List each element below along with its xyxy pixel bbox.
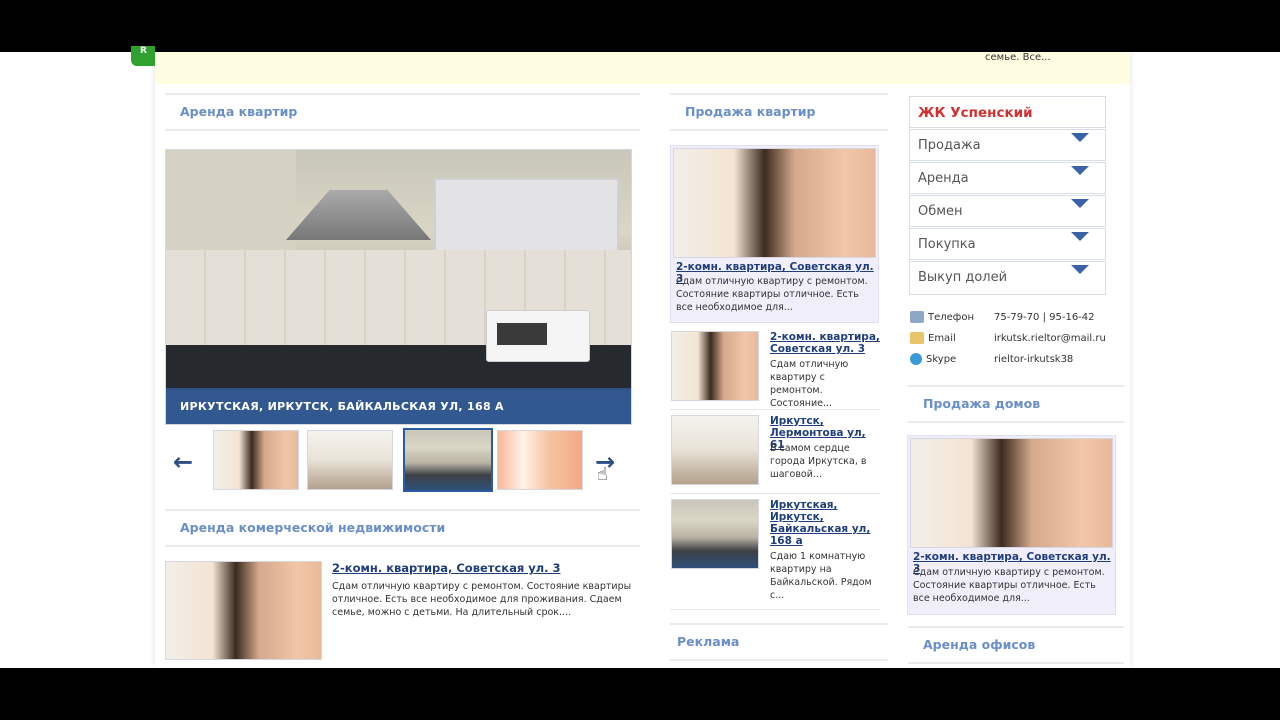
skype-icon — [910, 353, 922, 365]
thumbnail[interactable] — [213, 430, 299, 490]
green-side-tab[interactable]: R — [131, 46, 155, 66]
video-letterbox-bottom — [0, 668, 1280, 720]
sidebar-menu-item[interactable]: Обмен — [909, 195, 1106, 227]
section-title[interactable]: Аренда квартир — [180, 104, 297, 119]
sidebar-menu-label: Аренда — [918, 171, 969, 186]
sidebar-menu-label: Обмен — [918, 204, 963, 219]
sidebar-title-text: ЖК Успенский — [918, 105, 1033, 121]
chevron-down-icon — [1071, 265, 1089, 274]
list-item: Иркутская, Иркутск, Байкальская ул, 168 … — [670, 497, 880, 610]
section-title[interactable]: Аренда офисов — [923, 637, 1035, 652]
section-title[interactable]: Продажа квартир — [685, 104, 815, 119]
thumbnail-active[interactable] — [403, 428, 493, 492]
list-item: 2-комн. квартира, Советская ул. 3 Сдам о… — [670, 329, 880, 410]
chevron-down-icon — [1071, 232, 1089, 241]
list-item-title[interactable]: Иркутская, Иркутск, Байкальская ул, 168 … — [770, 499, 880, 547]
contact-value: 75-79-70 | 95-16-42 — [994, 312, 1095, 323]
list-item-text: В самом сердце города Иркутска, в шагово… — [770, 443, 867, 480]
contact-value[interactable]: irkutsk.rieltor@mail.ru — [994, 333, 1106, 344]
main-slider-image[interactable]: ИРКУТСКАЯ, ИРКУТСК, БАЙКАЛЬСКАЯ УЛ, 168 … — [165, 149, 632, 425]
email-icon — [910, 332, 924, 344]
section-header-ads: Реклама — [670, 623, 888, 661]
green-tab-letter: R — [140, 46, 147, 56]
list-item-title[interactable]: 2-комн. квартира, Советская ул. 3 — [770, 331, 880, 355]
section-header-sale-houses: Продажа домов — [908, 385, 1124, 423]
slider-caption: ИРКУТСКАЯ, ИРКУТСК, БАЙКАЛЬСКАЯ УЛ, 168 … — [180, 400, 504, 413]
banner-snippet: семье. Все... — [985, 52, 1051, 63]
list-item-photo[interactable] — [671, 415, 759, 485]
hand-cursor-icon: ☝ — [597, 464, 608, 485]
list-item-text: Сдам отличную квартиру с ремонтом. Состо… — [770, 359, 849, 409]
list-item-photo[interactable] — [671, 331, 759, 401]
sidebar-menu-label: Продажа — [918, 138, 981, 153]
sidebar-title[interactable]: ЖК Успенский — [909, 96, 1106, 128]
sidebar-menu-item[interactable]: Продажа — [909, 129, 1106, 161]
commercial-listing-title[interactable]: 2-комн. квартира, Советская ул. 3 — [332, 561, 561, 575]
sidebar-menu-item[interactable]: Выкуп долей — [909, 261, 1106, 295]
section-header-commercial: Аренда комерческой недвижимости — [165, 509, 640, 547]
microwave — [486, 310, 590, 362]
chevron-down-icon — [1071, 133, 1089, 142]
contact-value[interactable]: rieltor-irkutsk38 — [994, 354, 1073, 365]
kitchen-cabinet-left — [166, 150, 296, 250]
top-banner: семье. Все... — [155, 52, 1130, 84]
sidebar-menu-label: Покупка — [918, 237, 976, 252]
section-header-rent-apartments: Аренда квартир — [165, 93, 640, 131]
sale-featured-card: 2-комн. квартира, Советская ул. 3 Сдам о… — [670, 145, 879, 323]
section-title[interactable]: Реклама — [677, 634, 739, 649]
chevron-down-icon — [1071, 199, 1089, 208]
houses-featured-photo[interactable] — [910, 438, 1113, 548]
prev-arrow-icon[interactable]: ← — [173, 450, 193, 474]
thumbnail[interactable] — [307, 430, 393, 490]
section-header-sale-apartments: Продажа квартир — [670, 93, 888, 131]
list-item-photo[interactable] — [671, 499, 759, 569]
contact-skype: Skype rieltor-irkutsk38 — [910, 353, 1073, 365]
list-item-text: Сдаю 1 комнатную квартиру на Байкальской… — [770, 551, 872, 601]
sidebar-menu-label: Выкуп долей — [918, 270, 1008, 285]
kitchen-hood — [286, 190, 431, 240]
kitchen-cabinet-right — [434, 178, 619, 256]
sale-featured-photo[interactable] — [673, 148, 876, 258]
list-item: Иркутск, Лермонтова ул, 61 В самом сердц… — [670, 413, 880, 494]
section-title[interactable]: Продажа домов — [923, 396, 1040, 411]
slider-caption-bar[interactable]: ИРКУТСКАЯ, ИРКУТСК, БАЙКАЛЬСКАЯ УЛ, 168 … — [166, 388, 631, 424]
section-title[interactable]: Аренда комерческой недвижимости — [180, 520, 445, 535]
phone-icon — [910, 311, 924, 323]
houses-featured-text: Сдам отличную квартиру с ремонтом. Состо… — [913, 567, 1105, 604]
contact-email: Email irkutsk.rieltor@mail.ru — [910, 332, 1106, 344]
chevron-down-icon — [1071, 166, 1089, 175]
sidebar-menu-item[interactable]: Покупка — [909, 228, 1106, 260]
houses-featured-card: 2-комн. квартира, Советская ул. 3 Сдам о… — [907, 435, 1116, 615]
commercial-listing-photo[interactable] — [165, 561, 322, 660]
contact-phone: Телефон 75-79-70 | 95-16-42 — [910, 311, 1095, 323]
thumbnail[interactable] — [497, 430, 583, 490]
section-header-office-rent: Аренда офисов — [908, 626, 1124, 664]
sale-featured-text: Сдам отличную квартиру с ремонтом. Состо… — [676, 276, 868, 313]
contact-label: Skype — [926, 354, 957, 365]
commercial-listing-text: Сдам отличную квартиру с ремонтом. Состо… — [332, 581, 632, 618]
sidebar-menu-item[interactable]: Аренда — [909, 162, 1106, 194]
contact-label: Телефон — [928, 312, 975, 323]
video-letterbox-top — [0, 0, 1280, 52]
contact-label: Email — [928, 333, 956, 344]
slider-thumbnails: ← → ☝ — [165, 428, 632, 494]
